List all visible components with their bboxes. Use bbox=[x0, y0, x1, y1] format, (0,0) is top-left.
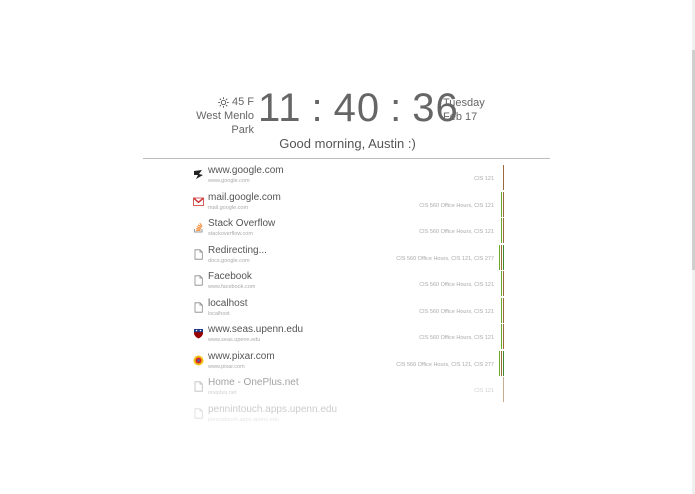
history-item-tags: CIS 560 Office Hours, CIS 121 bbox=[419, 282, 494, 288]
tag-color-bar bbox=[503, 350, 504, 376]
weather-widget: 45 F West Menlo Park bbox=[180, 95, 254, 137]
history-item[interactable]: pennintouch.apps.upenn.edu pennintouch.ap… bbox=[193, 404, 506, 431]
history-item[interactable]: Facebook www.facebook.com CIS 560 Office H… bbox=[193, 271, 506, 298]
greeting: Good morning, Austin :) bbox=[279, 136, 416, 151]
history-item-url: www.google.com bbox=[208, 178, 250, 184]
google-icon bbox=[193, 167, 204, 179]
clock-separator: : bbox=[311, 86, 324, 130]
history-item-tags: CIS 121 bbox=[474, 176, 494, 182]
history-item-title[interactable]: localhost bbox=[208, 298, 247, 309]
history-item-title[interactable]: www.pixar.com bbox=[208, 351, 275, 362]
tag-color-bar bbox=[501, 191, 502, 217]
tag-color-bar bbox=[503, 165, 504, 190]
history-item-tags: CIS 121 bbox=[474, 388, 494, 394]
history-item-url: localhost bbox=[208, 310, 230, 317]
history-item-tags: CIS 560 Office Hours, CIS 121 bbox=[419, 229, 494, 235]
history-item-title[interactable]: Redirecting... bbox=[208, 245, 267, 256]
history-item[interactable]: Redirecting... docs.google.com CIS 560 Off… bbox=[193, 244, 506, 272]
history-item[interactable]: www.seas.upenn.edu www.seas.upenn.edu CIS … bbox=[193, 324, 506, 351]
history-item-tags: CIS 560 Office Hours, CIS 121, CIS 277 bbox=[396, 361, 494, 368]
document-icon bbox=[193, 273, 204, 286]
history-item-title[interactable]: www.google.com bbox=[208, 165, 284, 176]
tag-color-bar bbox=[501, 218, 502, 243]
tag-color-bar bbox=[503, 218, 504, 243]
tag-color-bar bbox=[503, 244, 504, 270]
history-item-url: oneplus.net bbox=[208, 390, 237, 396]
tag-color-bar bbox=[503, 191, 504, 217]
tag-color-bar bbox=[503, 324, 504, 349]
history-item-title[interactable]: www.seas.upenn.edu bbox=[208, 324, 303, 335]
tag-color-bars bbox=[499, 350, 504, 376]
history-item-url: www.pixar.com bbox=[208, 363, 245, 370]
gmail-icon bbox=[193, 194, 204, 206]
tag-color-bars bbox=[503, 165, 504, 190]
history-item-tags: CIS 560 Office Hours, CIS 121 bbox=[419, 335, 494, 341]
tag-color-bars bbox=[501, 271, 504, 296]
date-weekday: Tuesday bbox=[443, 97, 485, 109]
tag-color-bars bbox=[501, 218, 504, 243]
history-item-tags: CIS 560 Office Hours, CIS 121 bbox=[419, 202, 494, 209]
divider bbox=[143, 158, 550, 159]
tag-color-bar bbox=[501, 350, 502, 376]
tag-color-bar bbox=[499, 244, 500, 270]
clock-minutes: 40 bbox=[333, 86, 381, 130]
tag-color-bars bbox=[501, 297, 504, 323]
tag-color-bar bbox=[503, 377, 504, 402]
tag-color-bar bbox=[503, 271, 504, 296]
clock: 11 : 40 : 36 bbox=[258, 86, 459, 131]
tag-color-bar bbox=[501, 297, 502, 323]
document-icon bbox=[193, 247, 204, 260]
history-item[interactable]: Stack Overflow stackoverflow.com CIS 560 O… bbox=[193, 218, 506, 245]
document-icon bbox=[193, 300, 204, 313]
tag-color-bar bbox=[499, 350, 500, 376]
history-item-title[interactable]: pennintouch.apps.upenn.edu bbox=[208, 404, 337, 415]
penn-shield-icon bbox=[193, 326, 204, 339]
tag-color-bar bbox=[501, 271, 502, 296]
clock-hours: 11 bbox=[258, 86, 302, 130]
history-list: www.google.com www.google.com CIS 121 mail.… bbox=[193, 165, 506, 430]
history-item-url: docs.google.com bbox=[208, 257, 250, 264]
history-item[interactable]: localhost localhost CIS 560 Office Hours, … bbox=[193, 297, 506, 325]
weather-temperature: 45 F bbox=[231, 96, 254, 108]
tag-color-bar bbox=[501, 324, 502, 349]
history-item[interactable]: www.google.com www.google.com CIS 121 bbox=[193, 165, 506, 192]
tag-color-bar bbox=[501, 244, 502, 270]
stackoverflow-icon bbox=[193, 220, 204, 233]
clock-separator: : bbox=[390, 86, 403, 130]
history-item-url: stackoverflow.com bbox=[208, 231, 253, 237]
pixar-icon bbox=[193, 353, 204, 365]
history-item-tags: CIS 560 Office Hours, CIS 121 bbox=[419, 308, 494, 315]
history-item-title[interactable]: Stack Overflow bbox=[208, 218, 275, 229]
tag-color-bar bbox=[503, 297, 504, 323]
history-item-url: www.seas.upenn.edu bbox=[208, 337, 261, 343]
sun-icon bbox=[218, 96, 229, 108]
date-day: Feb 17 bbox=[443, 111, 478, 123]
date-display: Tuesday Feb 17 bbox=[443, 96, 485, 124]
tag-color-bars bbox=[501, 191, 504, 217]
tag-color-bars bbox=[501, 324, 504, 349]
history-item-url: www.facebook.com bbox=[208, 284, 256, 290]
history-item[interactable]: mail.google.com mail.google.com CIS 560 Of… bbox=[193, 191, 506, 219]
history-item-tags: CIS 560 Office Hours, CIS 121, CIS 277 bbox=[396, 255, 494, 262]
weather-location: West Menlo Park bbox=[196, 110, 254, 136]
history-item-url: mail.google.com bbox=[208, 204, 249, 211]
document-icon bbox=[193, 406, 204, 419]
document-icon bbox=[193, 379, 204, 392]
tag-color-bars bbox=[499, 244, 504, 270]
history-item-title[interactable]: Home - OnePlus.net bbox=[208, 377, 299, 388]
history-item[interactable]: www.pixar.com www.pixar.com CIS 560 Office… bbox=[193, 350, 506, 378]
history-item[interactable]: Home - OnePlus.net oneplus.net CIS 121 bbox=[193, 377, 506, 404]
tag-color-bars bbox=[503, 377, 504, 402]
history-item-title[interactable]: Facebook bbox=[208, 271, 252, 282]
history-item-title[interactable]: mail.google.com bbox=[208, 192, 281, 203]
history-item-url: pennintouch.apps.upenn.edu bbox=[208, 416, 279, 423]
